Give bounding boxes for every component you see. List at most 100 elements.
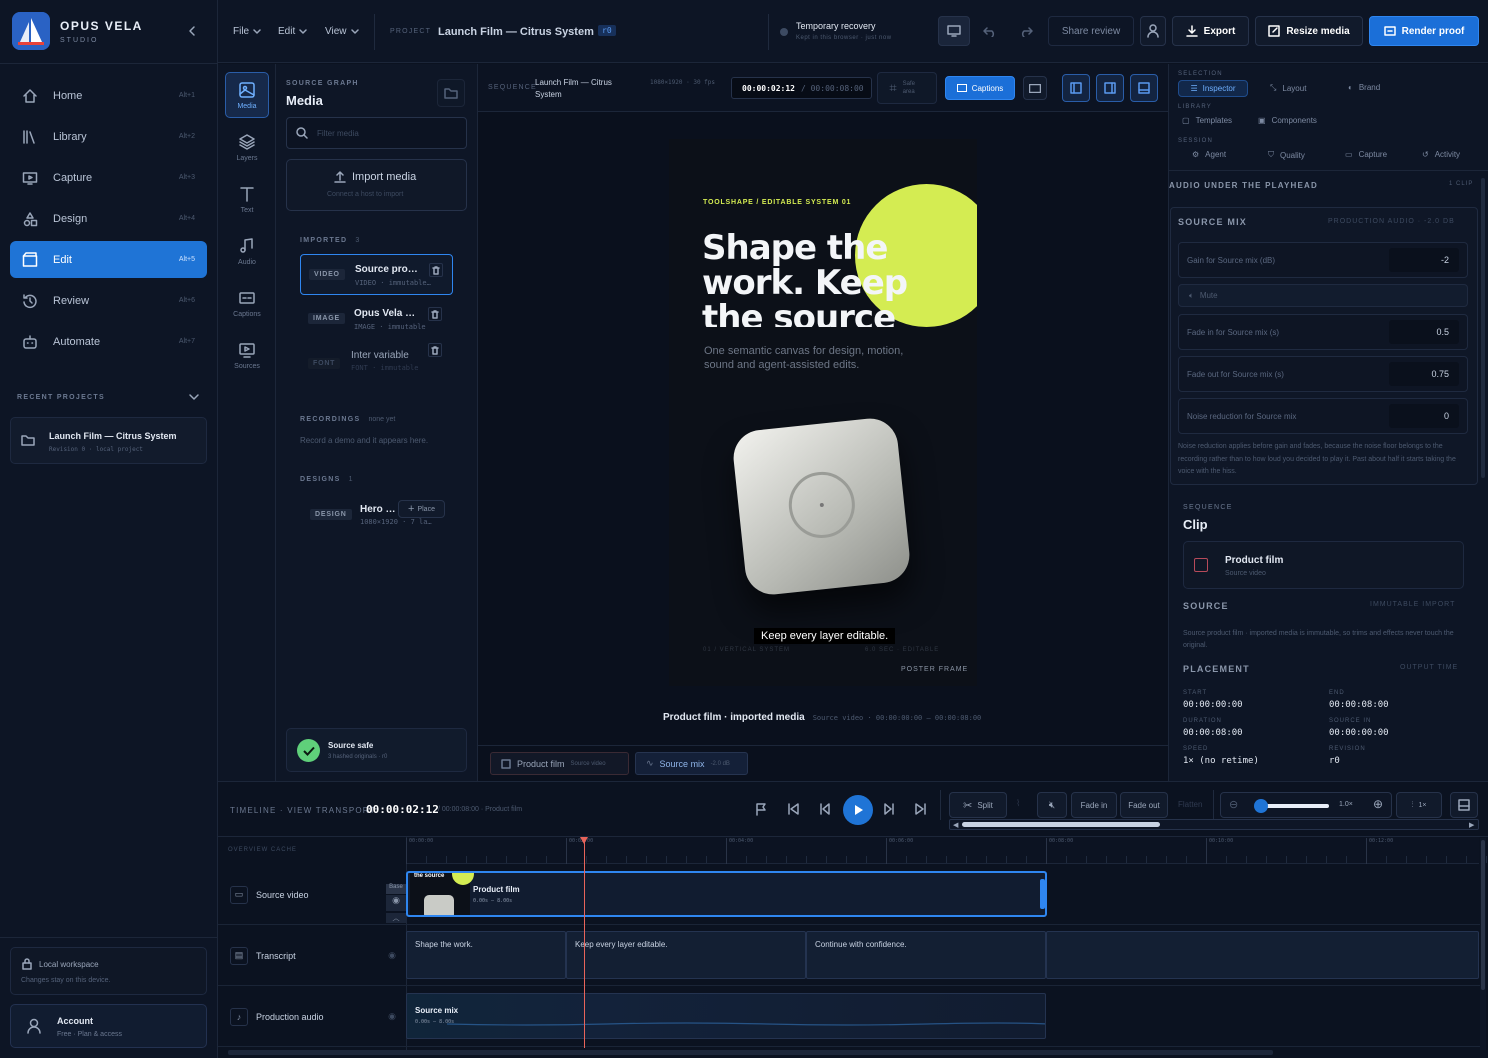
chip-source-mix[interactable]: ∿ Source mix -2.0 dB: [635, 752, 748, 775]
filter-media-input[interactable]: Filter media: [286, 117, 467, 149]
import-media-button[interactable]: Import media Connect a host to import: [286, 159, 467, 211]
share-review-button[interactable]: Share review: [1048, 16, 1134, 46]
redo-button[interactable]: [1010, 16, 1042, 46]
rail-sources[interactable]: Sources: [225, 332, 269, 378]
tab-components[interactable]: ▣ Components: [1258, 116, 1317, 125]
undo-button[interactable]: [974, 16, 1006, 46]
clip-card[interactable]: Product film Source video: [1183, 541, 1464, 589]
menu-view[interactable]: View: [325, 26, 359, 37]
present-button[interactable]: [938, 16, 970, 46]
fade-in-button[interactable]: Fade in: [1071, 792, 1117, 818]
trash-icon[interactable]: [428, 343, 442, 357]
caption-cue[interactable]: Keep every layer editable.: [566, 931, 806, 979]
collapse-sidebar-button[interactable]: [186, 24, 198, 38]
account-card[interactable]: Account Free · Plan & access: [10, 1004, 207, 1048]
profile-button[interactable]: [1140, 16, 1166, 46]
menu-edit[interactable]: Edit: [278, 26, 307, 37]
playhead-handle[interactable]: [580, 837, 588, 844]
flatten-button[interactable]: Flatten: [1178, 800, 1202, 809]
trash-icon[interactable]: [428, 307, 442, 321]
noise-reduction-field[interactable]: Noise reduction for Source mix 0: [1178, 398, 1468, 434]
timeline-hscroll[interactable]: ◀ ▶: [949, 819, 1479, 830]
media-item[interactable]: FONT Inter variable FONT · immutable: [300, 343, 453, 385]
tab-brand[interactable]: ◐ Brand: [1348, 83, 1380, 92]
tab-layout[interactable]: ⤡ Layout: [1270, 83, 1306, 93]
sidebar-item-home[interactable]: Home Alt+1: [10, 77, 207, 114]
recent-project-card[interactable]: Launch Film — Citrus System Revision 0 ·…: [10, 417, 207, 464]
media-item[interactable]: IMAGE Opus Vela … IMAGE · immutable: [300, 299, 453, 340]
tab-capture[interactable]: ▭ Capture: [1345, 150, 1387, 159]
speed-control[interactable]: ⫶ 1×: [1396, 792, 1442, 818]
tab-quality[interactable]: ⛉ Quality: [1268, 150, 1305, 160]
vscroll-thumb[interactable]: [1481, 840, 1485, 990]
timeline-bottom-scroll[interactable]: [228, 1050, 1273, 1055]
step-forward-button[interactable]: [882, 802, 896, 816]
play-button[interactable]: [843, 795, 873, 825]
timeline-view-button[interactable]: [1450, 792, 1478, 818]
playhead[interactable]: [584, 837, 585, 1048]
eye-icon[interactable]: ◉: [388, 950, 396, 961]
resize-media-button[interactable]: Resize media: [1255, 16, 1363, 46]
zoom-control[interactable]: ⊖ 1.0× ⊕: [1220, 792, 1392, 818]
fade-out-value[interactable]: 0.75: [1389, 362, 1459, 386]
mute-track-button[interactable]: 🔇︎: [1037, 792, 1067, 818]
tab-templates[interactable]: ▢ Templates: [1182, 116, 1232, 125]
menu-file[interactable]: File: [233, 26, 261, 37]
rail-layers[interactable]: Layers: [225, 124, 269, 170]
track-header[interactable]: ♪ Production audio ◉: [220, 986, 406, 1047]
noise-value[interactable]: 0: [1389, 404, 1459, 428]
folder-button[interactable]: [437, 79, 465, 107]
split-button[interactable]: ✂ Split: [949, 792, 1007, 818]
poster-canvas[interactable]: TOOLSHAPE / EDITABLE SYSTEM 01 Shape the…: [669, 139, 977, 686]
gain-value[interactable]: -2: [1389, 248, 1459, 272]
design-item[interactable]: DESIGN Hero … 1080×1920 · 7 la… + Place: [300, 496, 453, 534]
project-title[interactable]: Launch Film — Citrus System: [438, 26, 594, 38]
keyboard-button[interactable]: [1023, 76, 1047, 100]
tab-activity[interactable]: ↺ Activity: [1422, 150, 1460, 159]
mute-button[interactable]: 🔈︎ Mute: [1178, 284, 1468, 307]
eye-icon[interactable]: ◉: [388, 1011, 396, 1022]
sidebar-item-capture[interactable]: Capture Alt+3: [10, 159, 207, 196]
rail-captions[interactable]: Captions: [225, 280, 269, 326]
rail-text[interactable]: Text: [225, 176, 269, 222]
scroll-right-icon[interactable]: ▶: [1469, 821, 1474, 829]
caption-cue[interactable]: Continue with confidence.: [806, 931, 1046, 979]
local-workspace-card[interactable]: Local workspace Changes stay on this dev…: [10, 947, 207, 995]
panel-bottom-button[interactable]: [1130, 74, 1158, 102]
zoom-slider[interactable]: [1259, 804, 1329, 808]
go-start-button[interactable]: [786, 802, 800, 816]
caption-cue-empty[interactable]: [1046, 931, 1479, 979]
sidebar-item-design[interactable]: Design Alt+4: [10, 200, 207, 237]
fade-out-field[interactable]: Fade out for Source mix (s) 0.75: [1178, 356, 1468, 392]
sidebar-item-automate[interactable]: Automate Alt+7: [10, 323, 207, 360]
safe-area-button[interactable]: ⌗ Safe area: [877, 72, 937, 104]
rail-audio[interactable]: Audio: [225, 228, 269, 274]
scroll-left-icon[interactable]: ◀: [953, 821, 958, 829]
caption-cue[interactable]: Shape the work.: [406, 931, 566, 979]
fade-in-value[interactable]: 0.5: [1389, 320, 1459, 344]
gain-field[interactable]: Gain for Source mix (dB) -2: [1178, 242, 1468, 278]
panel-left-button[interactable]: [1062, 74, 1090, 102]
chevron-down-icon[interactable]: [188, 392, 200, 402]
export-button[interactable]: Export: [1172, 16, 1249, 46]
sidebar-item-edit[interactable]: Edit Alt+5: [10, 241, 207, 278]
track-header[interactable]: ▤ Transcript ◉: [220, 925, 406, 986]
marker-button[interactable]: [754, 802, 768, 816]
trash-icon[interactable]: [429, 263, 443, 277]
inspector-scrollbar[interactable]: [1481, 178, 1485, 478]
sidebar-item-library[interactable]: Library Alt+2: [10, 118, 207, 155]
fade-in-field[interactable]: Fade in for Source mix (s) 0.5: [1178, 314, 1468, 350]
tab-agent[interactable]: ⚙ Agent: [1192, 150, 1226, 159]
media-item[interactable]: VIDEO Source pro… VIDEO · immutable…: [300, 254, 453, 295]
fade-out-button[interactable]: Fade out: [1120, 792, 1168, 818]
step-back-button[interactable]: [818, 802, 832, 816]
sidebar-item-review[interactable]: Review Alt+6: [10, 282, 207, 319]
chip-product-film[interactable]: Product film Source video: [490, 752, 629, 775]
scroll-thumb[interactable]: [962, 822, 1160, 827]
captions-toggle[interactable]: Captions: [945, 76, 1015, 100]
rail-media[interactable]: Media: [225, 72, 269, 118]
tab-inspector[interactable]: ☰ Inspector: [1178, 80, 1248, 97]
place-button[interactable]: + Place: [398, 500, 445, 518]
render-proof-button[interactable]: Render proof: [1369, 16, 1479, 46]
panel-right-button[interactable]: [1096, 74, 1124, 102]
